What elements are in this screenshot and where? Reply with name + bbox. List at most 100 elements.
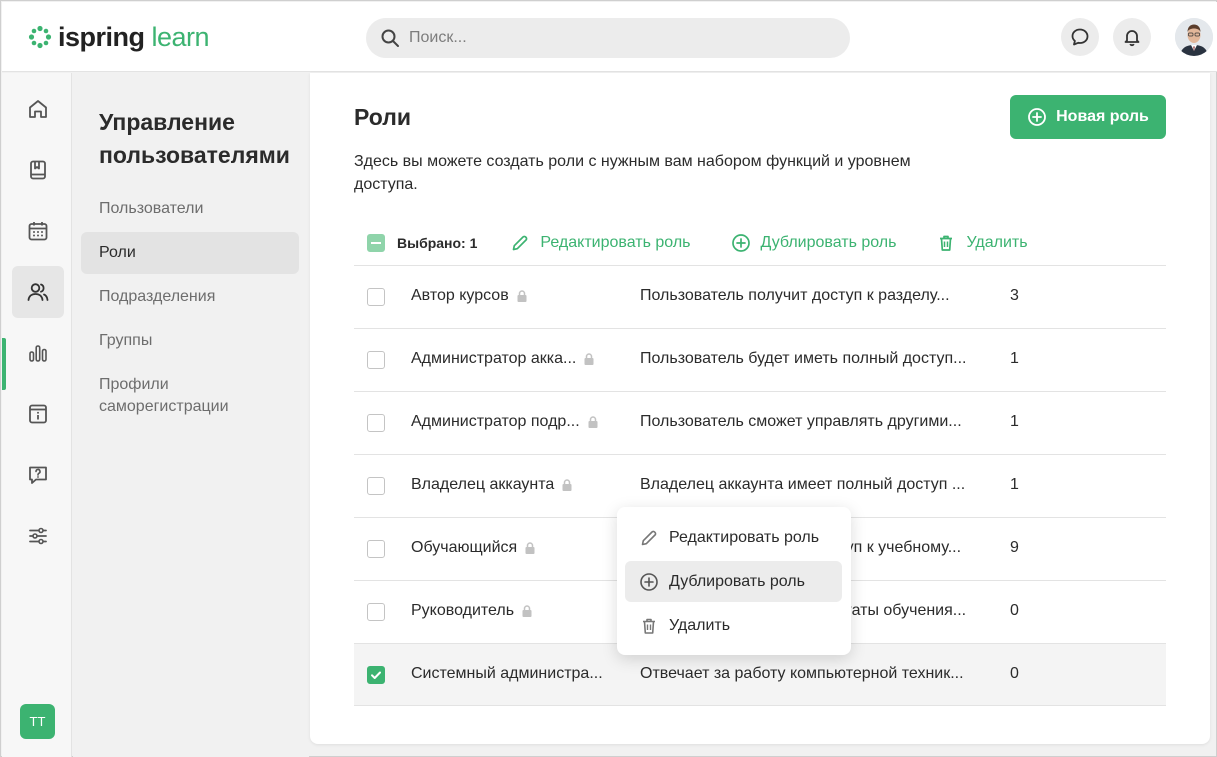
- logo-accent: learn: [151, 21, 210, 52]
- rail-info[interactable]: [12, 388, 64, 440]
- subnav-item-departments[interactable]: Подразделения: [81, 276, 299, 318]
- reports-icon: [29, 345, 47, 362]
- logo-text: ispring learn: [58, 21, 210, 53]
- menu-item-label: Удалить: [669, 616, 731, 634]
- lock-icon: [562, 479, 572, 491]
- role-name: Администратор акка...: [411, 350, 577, 367]
- row-checkbox[interactable]: [367, 351, 385, 369]
- menu-item-delete[interactable]: Удалить: [625, 605, 842, 646]
- info-icon: [29, 404, 47, 424]
- users-icon: [27, 283, 49, 301]
- pencil-icon: [641, 530, 657, 545]
- search-bar[interactable]: [366, 18, 850, 58]
- role-description: Отвечает за работу компьютерной техник..…: [640, 665, 964, 682]
- lock-icon: [517, 290, 527, 302]
- rail-learning[interactable]: [12, 144, 64, 196]
- edit-role-label: Редактировать роль: [540, 234, 691, 251]
- search-input[interactable]: [409, 29, 829, 47]
- notifications-button[interactable]: [1113, 18, 1151, 56]
- role-user-count: 9: [1010, 539, 1019, 556]
- section-sidebar: Управление пользователями Пользователи Р…: [73, 73, 309, 757]
- role-description: Пользователь сможет управлять другими...: [640, 413, 962, 430]
- row-checkbox[interactable]: [367, 603, 385, 621]
- role-name: Владелец аккаунта: [411, 476, 555, 493]
- user-photo-icon: [1175, 18, 1213, 56]
- role-user-count: 0: [1010, 602, 1019, 619]
- menu-item-label: Редактировать роль: [669, 528, 820, 546]
- profile-avatar[interactable]: [1175, 18, 1213, 56]
- role-user-count: 0: [1010, 665, 1019, 682]
- row-checkbox[interactable]: [367, 477, 385, 495]
- row-checkbox[interactable]: [367, 540, 385, 558]
- page-description: Здесь вы можете создать роли с нужным ва…: [354, 153, 911, 193]
- role-name: Руководитель: [411, 602, 515, 619]
- role-name-cell: Администратор акка...: [411, 350, 596, 368]
- page-title: Роли: [354, 104, 411, 130]
- rail-home[interactable]: [12, 83, 64, 135]
- role-name: Администратор подр...: [411, 413, 580, 430]
- role-name-cell: Системный администра...: [411, 665, 603, 683]
- table-row[interactable]: Администратор подр... Пользователь сможе…: [354, 391, 1166, 454]
- role-name-cell: Автор курсов: [411, 287, 529, 305]
- delete-role-action[interactable]: Удалить: [936, 233, 1028, 253]
- bell-icon: [1124, 30, 1140, 47]
- new-role-button[interactable]: Новая роль: [1010, 95, 1166, 139]
- plus-circle-icon: [731, 234, 750, 252]
- table-row[interactable]: Автор курсов Пользователь получит доступ…: [354, 265, 1166, 328]
- pencil-icon: [513, 235, 528, 251]
- rail-active-indicator: [2, 338, 6, 390]
- subnav-item-users[interactable]: Пользователи: [81, 188, 299, 230]
- select-all-checkbox[interactable]: [367, 234, 385, 252]
- menu-item-edit-role[interactable]: Редактировать роль: [625, 517, 842, 558]
- subnav-item-groups[interactable]: Группы: [81, 320, 299, 362]
- trash-icon: [643, 618, 655, 634]
- rail-reports[interactable]: [12, 327, 64, 379]
- subnav-item-roles[interactable]: Роли: [81, 232, 299, 274]
- role-name-cell: Владелец аккаунта: [411, 476, 574, 494]
- section-title: Управление пользователями: [99, 109, 290, 168]
- menu-item-duplicate-role[interactable]: Дублировать роль: [625, 561, 842, 602]
- rail-users[interactable]: [12, 266, 64, 318]
- subnav-item-self-registration[interactable]: Профили саморегистрации: [81, 374, 281, 422]
- table-row[interactable]: Администратор акка... Пользователь будет…: [354, 328, 1166, 391]
- chat-icon: [1071, 28, 1089, 46]
- top-header: ispring learn: [2, 2, 1217, 72]
- chat-button[interactable]: [1061, 18, 1099, 56]
- app-window: ispring learn Поиск... ТТ Управление пол…: [0, 0, 1217, 757]
- lock-icon: [588, 416, 598, 428]
- duplicate-role-label: Дублировать роль: [760, 234, 897, 251]
- user-initials-badge[interactable]: ТТ: [20, 704, 55, 739]
- lock-icon: [525, 542, 535, 554]
- trash-icon: [940, 235, 953, 251]
- bulk-actions-toolbar: Выбрано: 1 Редактировать роль Дублироват…: [354, 225, 1166, 261]
- row-checkbox[interactable]: [367, 666, 385, 684]
- role-name: Обучающийся: [411, 539, 518, 556]
- role-name: Системный администра...: [411, 665, 603, 682]
- row-checkbox[interactable]: [367, 414, 385, 432]
- edit-role-action[interactable]: Редактировать роль: [510, 233, 691, 253]
- calendar-icon: [28, 222, 48, 241]
- role-description: Пользователь будет иметь полный доступ..…: [640, 350, 967, 367]
- logo[interactable]: ispring learn: [28, 21, 210, 53]
- role-description: Пользователь получит доступ к разделу...: [640, 287, 950, 304]
- row-checkbox[interactable]: [367, 288, 385, 306]
- delete-role-label: Удалить: [966, 234, 1028, 251]
- role-name: Автор курсов: [411, 287, 509, 304]
- left-rail: ТТ: [2, 73, 72, 757]
- book-icon: [30, 160, 46, 180]
- role-name-cell: Обучающийся: [411, 539, 537, 557]
- duplicate-role-action[interactable]: Дублировать роль: [731, 233, 897, 253]
- row-context-menu: Редактировать роль Дублировать роль Удал…: [617, 507, 851, 655]
- rail-settings[interactable]: [12, 510, 64, 562]
- logo-icon: [28, 25, 52, 49]
- help-icon: [29, 466, 47, 484]
- role-name-cell: Администратор подр...: [411, 413, 600, 431]
- rail-calendar[interactable]: [12, 205, 64, 257]
- role-user-count: 1: [1010, 476, 1019, 493]
- plus-circle-icon: [1028, 108, 1047, 126]
- check-icon: [371, 671, 381, 679]
- logo-main: ispring: [58, 21, 145, 52]
- role-user-count: 3: [1010, 287, 1019, 304]
- role-user-count: 1: [1010, 350, 1019, 367]
- rail-help[interactable]: [12, 449, 64, 501]
